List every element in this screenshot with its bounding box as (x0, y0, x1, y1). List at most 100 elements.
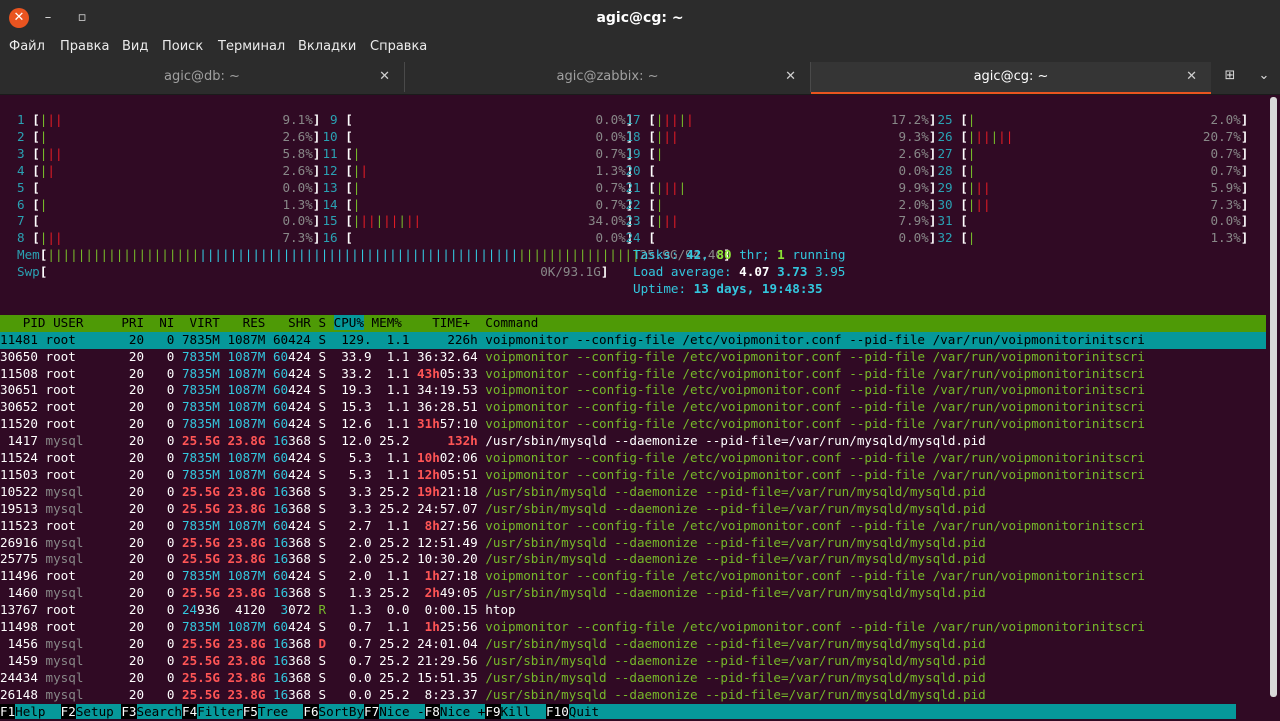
process-row[interactable]: 11523 root 20 0 7835M 1087M 60424 S 2.7 … (0, 518, 1145, 535)
cpu-meter-7: 7 [ 0.0%] (9, 213, 321, 229)
tab-menu-chevron-icon[interactable]: ⌄ (1254, 66, 1274, 86)
process-row[interactable]: 26148 mysql 20 0 25.5G 23.8G 16368 S 0.0… (0, 687, 986, 704)
tab-label: agic@zabbix: ~ (556, 69, 659, 84)
fkey-f9[interactable]: F9 (485, 703, 501, 719)
fkey-label: Nice - (379, 703, 425, 719)
cpu-meter-32: 32 [| 1.3%] (937, 230, 1249, 246)
title-bar: agic@cg: ~ ✕ – ▫ (0, 0, 1280, 36)
process-row[interactable]: 11481 root 20 0 7835M 1087M 60424 S 129.… (0, 331, 1266, 349)
process-row[interactable]: 11508 root 20 0 7835M 1087M 60424 S 33.2… (0, 366, 1145, 383)
cpu-meter-12: 12 [|| 1.3%] (322, 162, 634, 178)
fkey-label: Help (15, 703, 61, 719)
process-row[interactable]: 30652 root 20 0 7835M 1087M 60424 S 15.3… (0, 399, 1145, 416)
process-row[interactable]: 1459 mysql 20 0 25.5G 23.8G 16368 S 0.7 … (0, 653, 986, 670)
cpu-meter-13: 13 [| 0.7%] (322, 179, 634, 195)
cpu-meter-30: 30 [||| 7.3%] (937, 196, 1249, 212)
new-tab-icon[interactable]: ⊞ (1220, 66, 1240, 86)
tasks-summary: Tasks: 42, 80 thr; 1 running (633, 247, 846, 263)
cpu-meter-27: 27 [| 0.7%] (937, 145, 1249, 161)
fkey-f7[interactable]: F7 (364, 703, 380, 719)
fkey-f1[interactable]: F1 (0, 703, 16, 719)
cpu-meter-3: 3 [||| 5.8%] (9, 145, 321, 161)
mem-meter: Mem[||||||||||||||||||||||||||||||||||||… (17, 247, 731, 263)
cpu-meter-9: 9 [ 0.0%] (322, 112, 634, 127)
process-row[interactable]: 1417 mysql 20 0 25.5G 23.8G 16368 S 12.0… (0, 433, 986, 450)
cpu-meter-16: 16 [ 0.0%] (322, 230, 634, 246)
fkey-f8[interactable]: F8 (424, 703, 440, 719)
fkey-f10[interactable]: F10 (546, 703, 569, 719)
menu-help[interactable]: Справка (370, 36, 427, 60)
tab-cg[interactable]: agic@cg: ~ ✕ (811, 62, 1211, 94)
cpu-meter-6: 6 [| 1.3%] (9, 196, 321, 212)
cpu-meter-24: 24 [ 0.0%] (625, 230, 937, 246)
process-row[interactable]: 11520 root 20 0 7835M 1087M 60424 S 12.6… (0, 416, 1145, 433)
fkey-f2[interactable]: F2 (60, 703, 76, 719)
cpu-meter-2: 2 [| 2.6%] (9, 128, 321, 144)
menu-bar: Файл Правка Вид Поиск Терминал Вкладки С… (0, 36, 1280, 60)
cpu-meter-18: 18 [||| 9.3%] (625, 128, 937, 144)
uptime: Uptime: 13 days, 19:48:35 (633, 281, 823, 296)
tab-zabbix[interactable]: agic@zabbix: ~ ✕ (405, 62, 811, 92)
process-row[interactable]: 11496 root 20 0 7835M 1087M 60424 S 2.0 … (0, 568, 1145, 585)
menu-edit[interactable]: Правка (60, 36, 109, 60)
fkey-f3[interactable]: F3 (121, 703, 137, 719)
tab-label: agic@cg: ~ (973, 69, 1049, 84)
fkey-label: Setup (75, 703, 122, 719)
menu-terminal[interactable]: Терминал (218, 36, 285, 60)
fkey-f5[interactable]: F5 (242, 703, 258, 719)
terminal-area[interactable]: 1 [||| 9.1%] 2 [| 2.6%] 3 [||| 5.8%] 4 [… (0, 95, 1280, 719)
process-row[interactable]: 19513 mysql 20 0 25.5G 23.8G 16368 S 3.3… (0, 501, 986, 518)
process-row[interactable]: 11524 root 20 0 7835M 1087M 60424 S 5.3 … (0, 450, 1145, 467)
scrollbar[interactable] (1270, 97, 1277, 697)
fkey-label: SortBy (318, 703, 365, 719)
window-title: agic@cg: ~ (596, 10, 684, 26)
tab-bar: agic@db: ~ ✕ agic@zabbix: ~ ✕ agic@cg: ~… (0, 60, 1280, 95)
fkey-f6[interactable]: F6 (303, 703, 319, 719)
cpu-meter-5: 5 [ 0.0%] (9, 179, 321, 195)
close-tab-icon[interactable]: ✕ (379, 62, 390, 92)
process-row[interactable]: 30651 root 20 0 7835M 1087M 60424 S 19.3… (0, 382, 1145, 399)
cpu-meter-4: 4 [|| 2.6%] (9, 162, 321, 178)
cpu-meter-19: 19 [| 2.6%] (625, 145, 937, 161)
process-table-header[interactable]: PID USER PRI NI VIRT RES SHR S CPU% MEM%… (0, 314, 1266, 332)
process-row[interactable]: 13767 root 20 0 24936 4120 3072 R 1.3 0.… (0, 602, 516, 619)
process-row[interactable]: 24434 mysql 20 0 25.5G 23.8G 16368 S 0.0… (0, 670, 986, 687)
load-average: Load average: 4.07 3.73 3.95 (633, 264, 846, 280)
fkey-label: Search (136, 703, 183, 719)
process-row[interactable]: 25775 mysql 20 0 25.5G 23.8G 16368 S 2.0… (0, 551, 986, 568)
maximize-button[interactable]: ▫ (72, 8, 92, 28)
cpu-meter-29: 29 [||| 5.9%] (937, 179, 1249, 195)
menu-tabs[interactable]: Вкладки (298, 36, 356, 60)
cpu-meter-10: 10 [ 0.0%] (322, 128, 634, 144)
process-row[interactable]: 11498 root 20 0 7835M 1087M 60424 S 0.7 … (0, 619, 1145, 636)
close-tab-icon[interactable]: ✕ (785, 62, 796, 92)
cpu-meter-26: 26 [|||||| 20.7%] (937, 128, 1249, 144)
tab-db[interactable]: agic@db: ~ ✕ (0, 62, 405, 92)
function-key-bar: F1Help F2Setup F3SearchF4FilterF5Tree F6… (0, 703, 1266, 721)
menu-file[interactable]: Файл (9, 36, 45, 60)
close-window-button[interactable]: ✕ (9, 8, 29, 28)
cpu-meter-31: 31 [ 0.0%] (937, 213, 1249, 229)
process-row[interactable]: 1460 mysql 20 0 25.5G 23.8G 16368 S 1.3 … (0, 585, 986, 602)
cpu-meter-8: 8 [||| 7.3%] (9, 230, 321, 246)
cpu-meter-11: 11 [| 0.7%] (322, 145, 634, 161)
menu-search[interactable]: Поиск (162, 36, 203, 60)
process-row[interactable]: 11503 root 20 0 7835M 1087M 60424 S 5.3 … (0, 467, 1145, 484)
menu-view[interactable]: Вид (122, 36, 148, 60)
cpu-meter-15: 15 [||||||||| 34.0%] (322, 213, 634, 229)
swap-meter: Swp[ 0K/93.1G] (17, 264, 609, 280)
fkey-label: Nice + (439, 703, 486, 719)
process-row[interactable]: 30650 root 20 0 7835M 1087M 60424 S 33.9… (0, 349, 1145, 366)
cpu-meter-20: 20 [ 0.0%] (625, 162, 937, 178)
process-row[interactable]: 26916 mysql 20 0 25.5G 23.8G 16368 S 2.0… (0, 535, 986, 552)
minimize-button[interactable]: – (38, 8, 58, 28)
process-row[interactable]: 10522 mysql 20 0 25.5G 23.8G 16368 S 3.3… (0, 484, 986, 501)
cpu-meter-21: 21 [|||| 9.9%] (625, 179, 937, 195)
cpu-meter-25: 25 [| 2.0%] (937, 112, 1249, 127)
process-row[interactable]: 1456 mysql 20 0 25.5G 23.8G 16368 D 0.7 … (0, 636, 986, 653)
cpu-meter-17: 17 [||||| 17.2%] (625, 112, 937, 127)
cpu-meter-14: 14 [| 0.7%] (322, 196, 634, 212)
close-tab-icon[interactable]: ✕ (1186, 62, 1197, 92)
fkey-label: Quit (568, 703, 1237, 719)
fkey-f4[interactable]: F4 (182, 703, 198, 719)
